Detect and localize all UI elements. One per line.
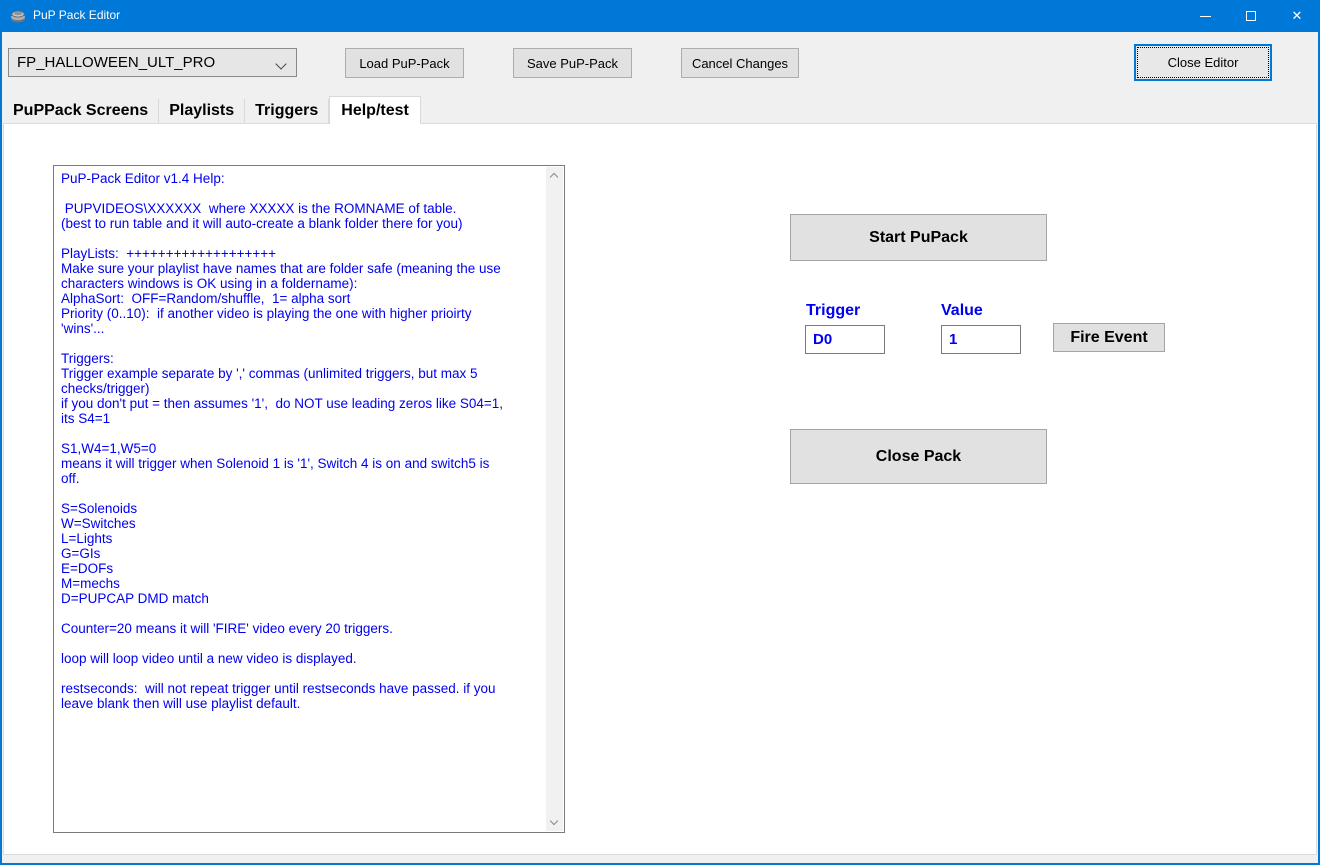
value-input[interactable] [941,325,1021,354]
close-pack-button[interactable]: Close Pack [790,429,1047,484]
tab-help-test[interactable]: Help/test [329,96,421,124]
chevron-down-icon[interactable] [550,817,558,825]
close-icon: ✕ [1292,8,1303,24]
tab-puppack-screens[interactable]: PuPPack Screens [3,99,159,123]
memo-scrollbar[interactable] [546,167,563,831]
pup-logo-icon [10,8,26,24]
cancel-changes-button[interactable]: Cancel Changes [681,48,799,78]
minimize-button[interactable] [1182,0,1228,32]
load-pup-pack-button[interactable]: Load PuP-Pack [345,48,464,78]
value-label: Value [941,302,983,320]
chevron-down-icon [275,58,286,69]
tab-label: Playlists [169,102,234,120]
start-pupack-button[interactable]: Start PuPack [790,214,1047,261]
pup-pack-editor-window: PuP Pack Editor ✕ FP_HALLOWEEN_ULT_PRO L… [0,0,1320,865]
fire-event-button[interactable]: Fire Event [1053,323,1165,352]
help-text: PuP-Pack Editor v1.4 Help: PUPVIDEOS\XXX… [61,171,542,828]
window-title: PuP Pack Editor [33,8,120,22]
tab-label: Triggers [255,102,318,120]
minimize-icon [1200,16,1211,17]
trigger-input[interactable] [805,325,885,354]
close-button[interactable]: ✕ [1274,0,1320,32]
focus-rectangle [1137,47,1269,78]
tab-label: PuPPack Screens [13,102,148,120]
save-pup-pack-button[interactable]: Save PuP-Pack [513,48,632,78]
chevron-up-icon[interactable] [550,173,558,181]
tab-label: Help/test [341,102,409,120]
help-text-memo[interactable]: PuP-Pack Editor v1.4 Help: PUPVIDEOS\XXX… [53,165,565,833]
pack-select-dropdown[interactable]: FP_HALLOWEEN_ULT_PRO [8,48,297,77]
trigger-label: Trigger [806,302,860,320]
pack-select-value: FP_HALLOWEEN_ULT_PRO [17,54,215,71]
tab-playlists[interactable]: Playlists [159,99,245,123]
tab-triggers[interactable]: Triggers [245,99,329,123]
maximize-button[interactable] [1228,0,1274,32]
tab-strip: PuPPack Screens Playlists Triggers Help/… [3,96,421,123]
close-editor-button[interactable]: Close Editor [1134,44,1272,81]
titlebar: PuP Pack Editor ✕ [0,0,1320,32]
maximize-icon [1246,11,1256,21]
